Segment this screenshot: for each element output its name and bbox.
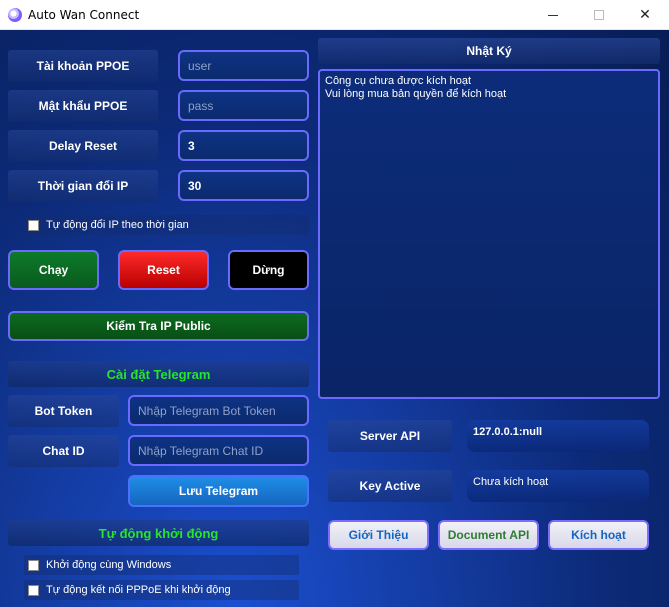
stop-button[interactable]: Dừng: [228, 250, 309, 290]
key-active-label: Key Active: [328, 470, 452, 502]
auto-connect-row[interactable]: Tự động kết nối PPPoE khi khởi động: [24, 580, 299, 600]
close-button[interactable]: ✕: [622, 0, 668, 30]
telegram-section-title: Cài đặt Telegram: [8, 361, 309, 387]
log-title: Nhật Ký: [318, 38, 660, 64]
start-with-windows-checkbox[interactable]: [28, 559, 39, 571]
chat-id-label: Chat ID: [8, 435, 119, 467]
reset-button[interactable]: Reset: [118, 250, 209, 290]
delay-reset-input[interactable]: 3: [178, 130, 309, 161]
ppoe-account-label: Tài khoản PPOE: [8, 50, 158, 82]
ip-interval-value: 30: [188, 178, 202, 193]
title-bar: Auto Wan Connect ✕: [0, 0, 669, 30]
auto-connect-label: Tự động kết nối PPPoE khi khởi động: [46, 584, 231, 596]
delay-reset-value: 3: [188, 138, 195, 153]
log-line: Vui lòng mua bản quyền để kích hoạt: [325, 88, 507, 100]
maximize-icon: [594, 10, 604, 20]
check-public-ip-button[interactable]: Kiểm Tra IP Public: [8, 311, 309, 341]
ppoe-account-placeholder: user: [188, 58, 212, 73]
log-textarea[interactable]: Công cụ chưa được kích hoạt Vui lòng mua…: [318, 69, 660, 399]
bot-token-input[interactable]: Nhập Telegram Bot Token: [128, 395, 309, 426]
minimize-icon: [548, 14, 558, 16]
document-api-button[interactable]: Document API: [438, 520, 539, 550]
start-with-windows-row[interactable]: Khởi động cùng Windows: [24, 555, 299, 575]
auto-change-ip-label: Tự động đổi IP theo thời gian: [46, 219, 189, 231]
maximize-button[interactable]: [576, 0, 622, 30]
key-active-value: Chưa kích hoạt: [467, 470, 649, 502]
activate-button[interactable]: Kích hoạt: [548, 520, 649, 550]
ip-interval-input[interactable]: 30: [178, 170, 309, 201]
startup-section-title: Tự động khởi động: [8, 520, 309, 546]
auto-change-ip-checkbox[interactable]: [28, 219, 39, 231]
intro-button[interactable]: Giới Thiệu: [328, 520, 429, 550]
save-telegram-button[interactable]: Lưu Telegram: [128, 475, 309, 507]
ppoe-password-input[interactable]: pass: [178, 90, 309, 121]
delay-reset-label: Delay Reset: [8, 130, 158, 162]
auto-connect-checkbox[interactable]: [28, 584, 39, 596]
start-with-windows-label: Khởi động cùng Windows: [46, 559, 172, 571]
chat-id-input[interactable]: Nhập Telegram Chat ID: [128, 435, 309, 466]
ppoe-account-input[interactable]: user: [178, 50, 309, 81]
app-icon: [8, 8, 22, 22]
ip-interval-label: Thời gian đổi IP: [8, 170, 158, 202]
log-line: Công cụ chưa được kích hoạt: [325, 75, 472, 87]
minimize-button[interactable]: [530, 0, 576, 30]
chat-id-placeholder: Nhập Telegram Chat ID: [138, 443, 264, 458]
server-api-label: Server API: [328, 420, 452, 452]
run-button[interactable]: Chạy: [8, 250, 99, 290]
bot-token-label: Bot Token: [8, 395, 119, 427]
ppoe-password-placeholder: pass: [188, 98, 214, 113]
window-title: Auto Wan Connect: [28, 8, 140, 22]
server-api-value: 127.0.0.1:null: [467, 420, 649, 452]
ppoe-password-label: Mật khẩu PPOE: [8, 90, 158, 122]
close-icon: ✕: [639, 7, 651, 23]
auto-change-ip-checkbox-row[interactable]: Tự động đổi IP theo thời gian: [24, 215, 309, 235]
bot-token-placeholder: Nhập Telegram Bot Token: [138, 403, 276, 418]
main-panel: Tài khoản PPOE user Mật khẩu PPOE pass D…: [0, 30, 669, 607]
